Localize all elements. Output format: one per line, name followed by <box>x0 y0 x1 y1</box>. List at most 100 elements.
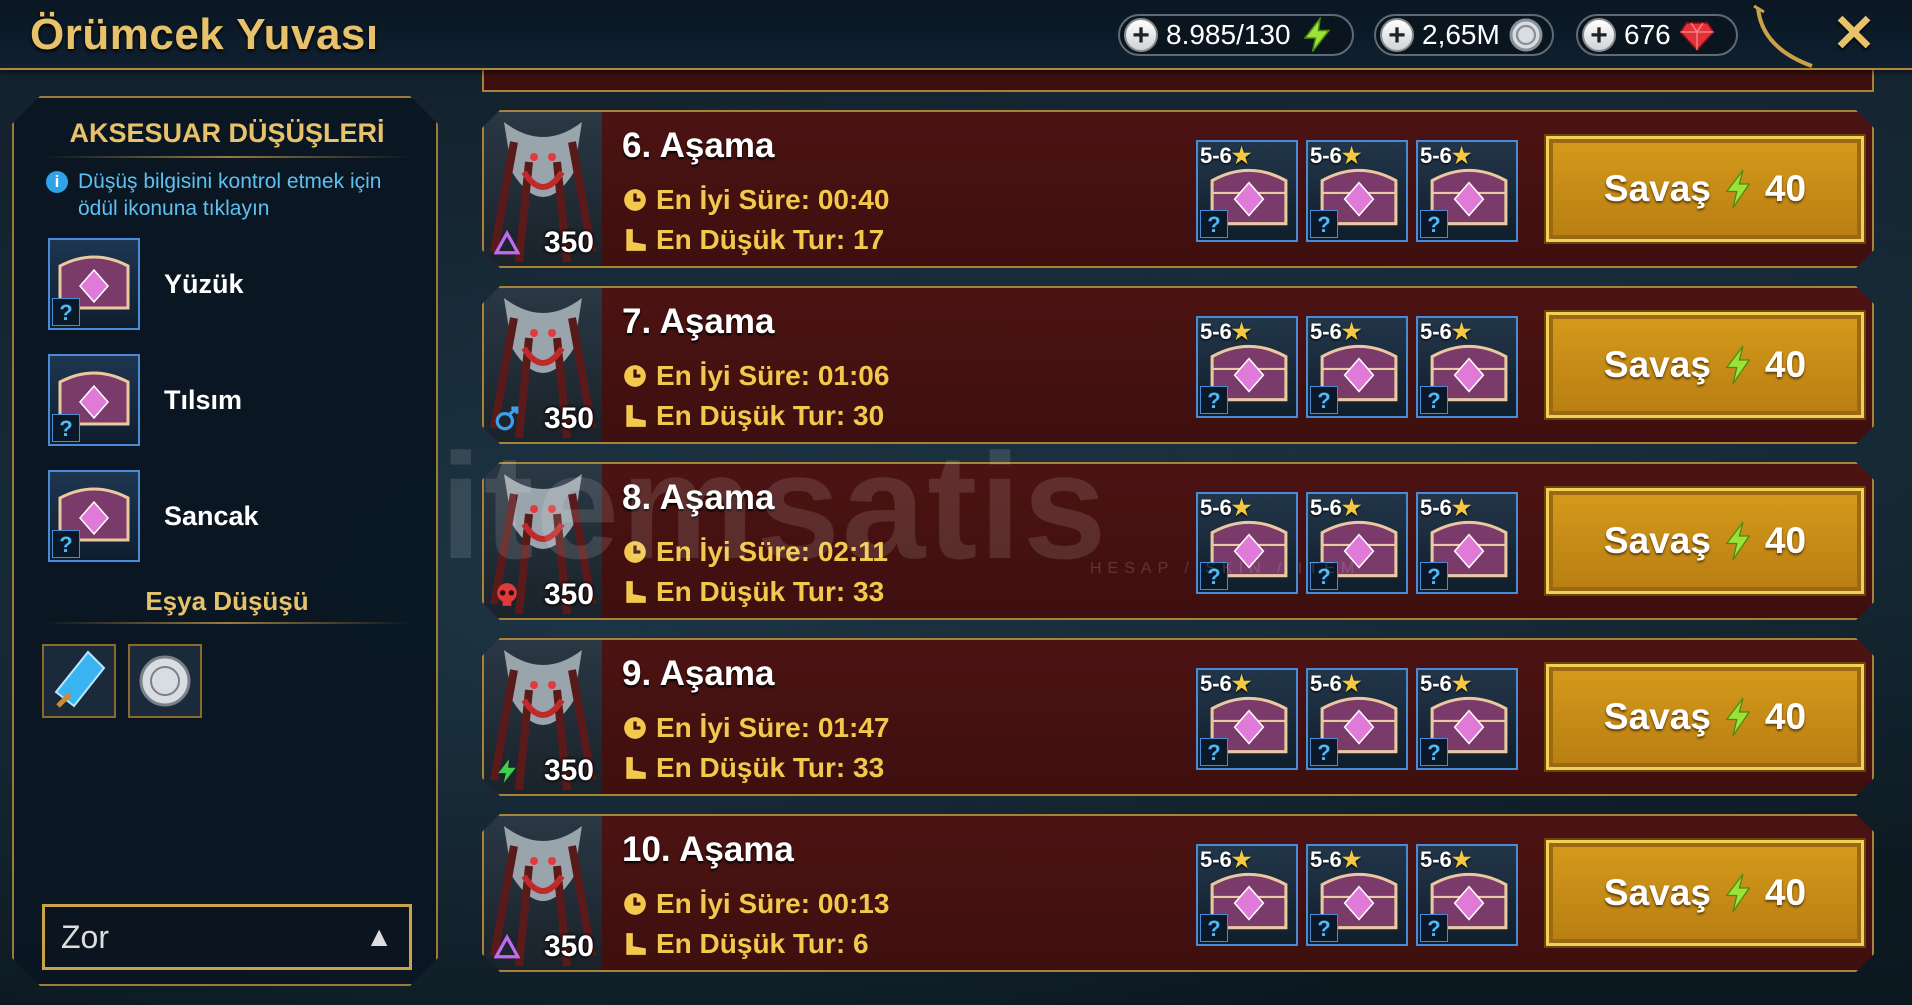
reward-list: 5-6★ ? 5-6★ ? 5-6★ ? <box>1196 844 1518 946</box>
unknown-badge: ? <box>1420 738 1448 766</box>
energy-icon <box>1723 168 1753 210</box>
close-button[interactable]: ✕ <box>1826 6 1882 62</box>
info-icon: i <box>46 171 68 193</box>
amulet-chest-icon[interactable]: ? <box>48 354 140 446</box>
top-bar: Örümcek Yuvası + 8.985/130 + 2,65M + 676… <box>0 0 1912 70</box>
boot-icon <box>622 403 648 429</box>
add-energy-button[interactable]: + <box>1124 18 1158 52</box>
unknown-badge: ? <box>1200 210 1228 238</box>
gems-value: 676 <box>1624 19 1671 50</box>
boot-icon <box>622 755 648 781</box>
boss-portrait: 350 <box>484 112 602 266</box>
silver-value: 2,65M <box>1422 19 1500 50</box>
fight-button[interactable]: Savaş 40 <box>1546 312 1864 418</box>
silver-coin-icon <box>130 646 200 716</box>
drops-panel: AKSESUAR DÜŞÜŞLERİ i Düşüş bilgisini kon… <box>12 96 438 986</box>
reward-chest[interactable]: 5-6★ ? <box>1306 316 1408 418</box>
add-gems-button[interactable]: + <box>1582 18 1616 52</box>
best-time: En İyi Süre: 00:13 <box>622 888 889 920</box>
xp-potion-item[interactable] <box>42 644 116 718</box>
reward-chest[interactable]: 5-6★ ? <box>1416 844 1518 946</box>
banner-chest-icon[interactable]: ? <box>48 470 140 562</box>
best-time: En İyi Süre: 01:06 <box>622 360 889 392</box>
info-hint: i Düşüş bilgisini kontrol etmek için ödü… <box>46 168 406 222</box>
unknown-badge: ? <box>1200 562 1228 590</box>
energy-counter[interactable]: + 8.985/130 <box>1118 14 1354 56</box>
reward-list: 5-6★ ? 5-6★ ? 5-6★ ? <box>1196 668 1518 770</box>
accessory-amulet[interactable]: ? Tılsım <box>48 354 408 446</box>
reward-chest[interactable]: 5-6★ ? <box>1196 844 1298 946</box>
reward-chest[interactable]: 5-6★ ? <box>1196 316 1298 418</box>
accessory-label: Yüzük <box>164 268 244 299</box>
reward-chest[interactable]: 5-6★ ? <box>1306 140 1408 242</box>
reward-chest[interactable]: 5-6★ ? <box>1196 140 1298 242</box>
reward-chest[interactable]: 5-6★ ? <box>1416 316 1518 418</box>
accessory-label: Tılsım <box>164 384 243 415</box>
boot-icon <box>622 579 648 605</box>
unknown-badge: ? <box>52 298 80 326</box>
magic-affinity-icon <box>494 406 520 432</box>
reward-chest[interactable]: 5-6★ ? <box>1416 492 1518 594</box>
ring-chest-icon[interactable]: ? <box>48 238 140 330</box>
unknown-badge: ? <box>52 530 80 558</box>
accessory-label: Sancak <box>164 500 259 531</box>
ruby-gem-icon <box>1679 22 1715 52</box>
crystal-potion-icon <box>44 646 114 716</box>
reward-list: 5-6★ ? 5-6★ ? 5-6★ ? <box>1196 140 1518 242</box>
silver-counter[interactable]: + 2,65M <box>1374 14 1554 56</box>
unknown-badge: ? <box>1420 914 1448 942</box>
min-turns-text: En Düşük Tur: 33 <box>656 752 885 783</box>
energy-icon <box>1303 17 1331 52</box>
best-time-text: En İyi Süre: 01:47 <box>656 712 890 743</box>
clock-icon <box>622 187 648 213</box>
boss-level: 350 <box>543 402 594 435</box>
best-time-text: En İyi Süre: 00:13 <box>656 888 890 919</box>
accessory-banner[interactable]: ? Sancak <box>48 470 408 562</box>
min-turns: En Düşük Tur: 6 <box>622 928 869 960</box>
stage-name: 7. Aşama <box>622 302 775 341</box>
silver-item[interactable] <box>128 644 202 718</box>
add-silver-button[interactable]: + <box>1380 18 1414 52</box>
reward-chest[interactable]: 5-6★ ? <box>1196 668 1298 770</box>
unknown-badge: ? <box>1310 914 1338 942</box>
fight-label: Savaş <box>1603 168 1711 209</box>
void-affinity-icon <box>494 230 520 256</box>
fight-cost: 40 <box>1764 696 1807 737</box>
best-time-text: En İyi Süre: 00:40 <box>656 184 890 215</box>
clock-icon <box>622 363 648 389</box>
energy-icon <box>1723 344 1753 386</box>
boss-portrait: 350 <box>484 640 602 794</box>
best-time: En İyi Süre: 00:40 <box>622 184 889 216</box>
fight-cost: 40 <box>1764 344 1807 385</box>
reward-chest[interactable]: 5-6★ ? <box>1306 492 1408 594</box>
spirit-affinity-icon <box>494 758 520 784</box>
reward-chest[interactable]: 5-6★ ? <box>1306 668 1408 770</box>
boss-level: 350 <box>543 754 594 787</box>
accessory-drops-title: AKSESUAR DÜŞÜŞLERİ <box>69 118 385 148</box>
min-turns: En Düşük Tur: 33 <box>622 752 884 784</box>
fight-button[interactable]: Savaş 40 <box>1546 664 1864 770</box>
fight-cost: 40 <box>1764 168 1807 209</box>
reward-chest[interactable]: 5-6★ ? <box>1306 844 1408 946</box>
difficulty-value: Zor <box>61 918 109 955</box>
divider <box>44 622 410 624</box>
unknown-badge: ? <box>1420 562 1448 590</box>
gems-counter[interactable]: + 676 <box>1576 14 1738 56</box>
min-turns-text: En Düşük Tur: 30 <box>656 400 885 431</box>
accessory-ring[interactable]: ? Yüzük <box>48 238 408 330</box>
difficulty-select[interactable]: Zor ▲ <box>42 904 412 970</box>
reward-chest[interactable]: 5-6★ ? <box>1416 140 1518 242</box>
boss-portrait: 350 <box>484 464 602 618</box>
reward-chest[interactable]: 5-6★ ? <box>1196 492 1298 594</box>
stage-row: 350 7. Aşama En İyi Süre: 01:06 En Düşük… <box>482 286 1874 444</box>
unknown-badge: ? <box>1420 386 1448 414</box>
stage-row: 350 9. Aşama En İyi Süre: 01:47 En Düşük… <box>482 638 1874 796</box>
fight-button[interactable]: Savaş 40 <box>1546 488 1864 594</box>
stage-row: 350 8. Aşama En İyi Süre: 02:11 En Düşük… <box>482 462 1874 620</box>
reward-chest[interactable]: 5-6★ ? <box>1416 668 1518 770</box>
fight-button[interactable]: Savaş 40 <box>1546 136 1864 242</box>
fight-button[interactable]: Savaş 40 <box>1546 840 1864 946</box>
stage-name: 9. Aşama <box>622 654 775 693</box>
unknown-badge: ? <box>1310 738 1338 766</box>
stage-row-partial <box>482 70 1874 92</box>
